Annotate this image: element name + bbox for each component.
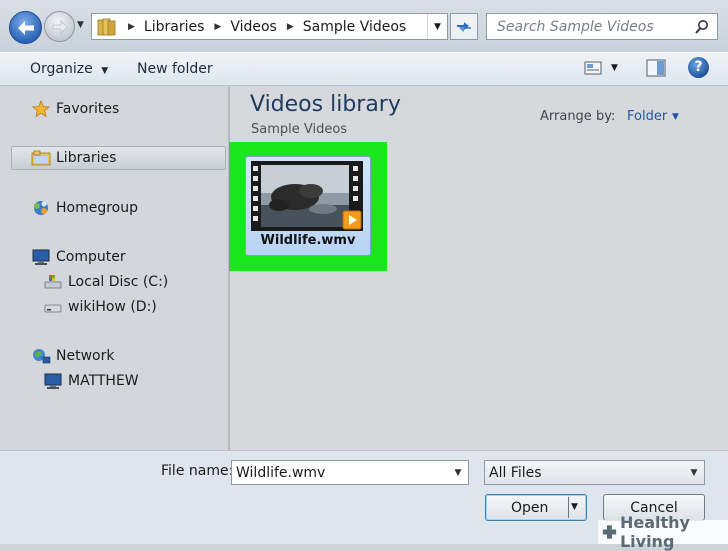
video-thumbnail-icon [251,161,363,231]
address-history-dropdown-icon[interactable]: ▼ [427,14,447,39]
forward-arrow-icon [52,19,68,34]
file-name-field-label: File name: [161,463,234,479]
computer-icon [43,372,63,390]
watermark-text: Healthy Living [619,513,690,551]
arrange-by-dropdown[interactable]: Folder [627,109,667,124]
nav-item-matthew[interactable]: MATTHEW [43,369,139,393]
plus-logo-icon [602,525,617,539]
forward-button[interactable] [44,11,75,42]
address-field[interactable]: ▶ Libraries ▶ Videos ▶ Sample Videos ▼ [91,13,448,40]
open-button-label: Open [511,499,549,516]
file-type-select[interactable]: All Files ▼ [484,460,705,485]
chevron-down-icon[interactable]: ▼ [448,468,468,478]
nav-label-matthew: MATTHEW [68,373,139,389]
views-dropdown-icon[interactable]: ▼ [611,63,618,73]
arrange-by-label: Arrange by: [540,109,616,124]
preview-pane-icon[interactable] [646,59,666,77]
organize-label: Organize [30,61,93,77]
split-divider [568,497,569,518]
back-button[interactable] [9,11,42,44]
libraries-folder-icon [97,18,116,35]
computer-icon [31,248,51,266]
breadcrumb-videos[interactable]: Videos [230,19,277,35]
chevron-right-icon[interactable]: ▶ [214,22,221,32]
command-bar [0,52,728,86]
star-icon [31,100,51,118]
breadcrumb-libraries[interactable]: Libraries [144,19,204,35]
nav-item-favorites[interactable]: Favorites [31,97,119,121]
search-input[interactable] [495,17,685,36]
drive-icon [43,298,63,316]
nav-item-homegroup[interactable]: Homegroup [31,196,138,220]
file-name-label: Wildlife.wmv [260,233,356,248]
search-box[interactable] [486,13,718,40]
new-folder-button[interactable]: New folder [137,58,213,80]
chevron-down-icon[interactable]: ▼ [672,112,679,122]
library-title: Videos library [250,92,401,117]
nav-label-network: Network [56,348,115,364]
nav-item-computer[interactable]: Computer [31,245,126,269]
nav-label-wikihow-drive: wikiHow (D:) [68,299,157,315]
open-options-dropdown-icon[interactable]: ▼ [571,502,578,512]
breadcrumb-sample-videos[interactable]: Sample Videos [303,19,406,35]
help-icon[interactable]: ? [688,57,709,78]
search-icon[interactable] [695,19,709,35]
nav-item-libraries[interactable]: Libraries [31,146,116,170]
organize-button[interactable]: Organize ▼ [30,58,108,80]
homegroup-icon [31,199,51,217]
nav-label-computer: Computer [56,249,126,265]
nav-item-local-disc[interactable]: Local Disc (C:) [43,270,168,294]
local-disc-icon [43,273,63,291]
file-name-input[interactable] [232,463,437,482]
chevron-right-icon[interactable]: ▶ [287,22,294,32]
chevron-down-icon: ▼ [690,467,698,478]
nav-label-local-disc: Local Disc (C:) [68,274,169,290]
refresh-icon [457,21,471,32]
chevron-right-icon[interactable]: ▶ [128,22,135,32]
network-icon [31,347,51,365]
file-type-value: All Files [489,464,542,481]
nav-item-network[interactable]: Network [31,344,114,368]
file-name-combobox[interactable]: ▼ [231,460,469,485]
nav-item-wikihow-drive[interactable]: wikiHow (D:) [43,295,157,319]
nav-label-homegroup: Homegroup [56,200,139,216]
nav-label-favorites: Favorites [56,101,120,117]
recent-pages-dropdown-icon[interactable]: ▼ [77,20,89,34]
change-view-icon[interactable] [584,60,602,76]
back-arrow-icon [17,20,34,35]
refresh-button[interactable] [450,13,478,40]
nav-label-libraries: Libraries [56,150,117,166]
chevron-down-icon: ▼ [101,66,109,76]
watermark: Healthy Living [598,513,728,551]
libraries-icon [31,149,51,167]
library-subtitle: Sample Videos [251,122,348,137]
